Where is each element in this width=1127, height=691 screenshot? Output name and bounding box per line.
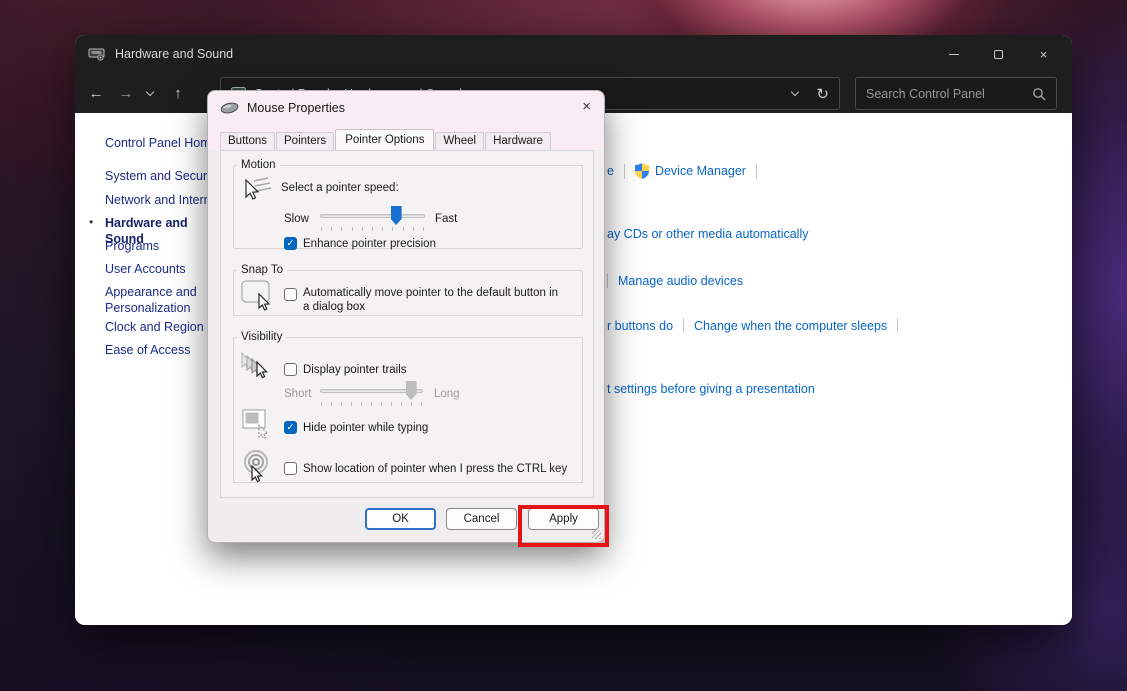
sidebar-item-system-and-security[interactable]: System and Security bbox=[105, 169, 223, 185]
recent-pages-chevron-icon[interactable] bbox=[146, 87, 154, 95]
visibility-legend: Visibility bbox=[237, 331, 286, 343]
ctrl-locate-icon bbox=[241, 449, 275, 485]
snap-to-icon bbox=[241, 280, 275, 314]
autoplay-row: ay CDs or other media automatically bbox=[607, 227, 808, 241]
tab-wheel[interactable]: Wheel bbox=[435, 132, 484, 150]
device-manager-link[interactable]: Device Manager bbox=[655, 164, 746, 178]
short-label: Short bbox=[284, 388, 312, 400]
search-icon[interactable] bbox=[1032, 87, 1046, 101]
close-button[interactable]: × bbox=[1021, 35, 1066, 73]
sidebar-item-ease-of-access[interactable]: Ease of Access bbox=[105, 343, 223, 359]
refresh-icon[interactable]: ↻ bbox=[816, 85, 829, 103]
sidebar-item-user-accounts[interactable]: User Accounts bbox=[105, 262, 223, 278]
tab-hardware[interactable]: Hardware bbox=[485, 132, 551, 150]
long-label: Long bbox=[434, 388, 460, 400]
up-button[interactable]: ↑ bbox=[163, 85, 193, 102]
pointer-trails-label: Display pointer trails bbox=[303, 364, 407, 376]
hide-pointer-label: Hide pointer while typing bbox=[303, 422, 428, 434]
sidebar-item-programs[interactable]: Programs bbox=[105, 239, 223, 255]
search-box[interactable] bbox=[855, 77, 1057, 110]
truncated-link-fragment[interactable]: e bbox=[607, 164, 614, 178]
enhance-precision-label: Enhance pointer precision bbox=[303, 238, 436, 250]
snap-to-group: Snap To Automatically move pointer to th… bbox=[233, 264, 583, 316]
sidebar-item-control-panel-home[interactable]: Control Panel Home bbox=[105, 136, 223, 152]
visibility-group: Visibility Display pointer trails Short … bbox=[233, 331, 583, 483]
separator bbox=[897, 318, 898, 333]
manage-audio-devices-link[interactable]: Manage audio devices bbox=[618, 274, 743, 288]
cancel-button[interactable]: Cancel bbox=[446, 508, 517, 530]
dialog-button-row: OK Cancel Apply bbox=[208, 496, 604, 542]
resize-grip[interactable] bbox=[592, 530, 601, 539]
ctrl-locate-checkbox[interactable] bbox=[284, 462, 297, 475]
power-options-row: r buttons do Change when the computer sl… bbox=[607, 318, 908, 333]
separator bbox=[607, 273, 608, 288]
maximize-button[interactable] bbox=[976, 35, 1021, 73]
active-item-bullet: • bbox=[89, 215, 93, 229]
computer-sleeps-link[interactable]: Change when the computer sleeps bbox=[694, 319, 887, 333]
pointer-speed-icon bbox=[242, 177, 272, 207]
snap-to-legend: Snap To bbox=[237, 264, 287, 276]
pointer-trails-icon bbox=[239, 351, 277, 389]
mouse-icon bbox=[220, 102, 239, 114]
motion-legend: Motion bbox=[237, 159, 280, 171]
ctrl-locate-label: Show location of pointer when I press th… bbox=[303, 463, 567, 475]
separator bbox=[683, 318, 684, 333]
slider-track[interactable] bbox=[320, 214, 425, 218]
motion-group: Motion Select a pointer speed: Slow Fast… bbox=[233, 159, 583, 249]
maximize-icon bbox=[994, 50, 1003, 59]
slider-thumb bbox=[406, 381, 417, 400]
sidebar-item-appearance-personalization[interactable]: Appearance and Personalization bbox=[105, 285, 223, 316]
trails-slider bbox=[320, 380, 423, 404]
tab-pointers[interactable]: Pointers bbox=[276, 132, 334, 150]
device-manager-row: e Device Manager bbox=[607, 163, 767, 179]
presentation-settings-link[interactable]: t settings before giving a presentation bbox=[607, 382, 815, 396]
pointer-options-page: Motion Select a pointer speed: Slow Fast… bbox=[220, 150, 594, 498]
fast-label: Fast bbox=[435, 213, 457, 225]
apply-button[interactable]: Apply bbox=[528, 508, 599, 530]
minimize-icon bbox=[949, 54, 959, 55]
minimize-button[interactable] bbox=[931, 35, 976, 73]
pointer-speed-label: Select a pointer speed: bbox=[281, 182, 399, 194]
tab-pointer-options[interactable]: Pointer Options bbox=[335, 129, 434, 150]
hide-pointer-checkbox[interactable]: ✓ bbox=[284, 421, 297, 434]
window-title: Hardware and Sound bbox=[115, 47, 233, 61]
snap-to-checkbox[interactable] bbox=[284, 288, 297, 301]
hide-pointer-icon bbox=[242, 409, 272, 441]
presentation-row: t settings before giving a presentation bbox=[607, 382, 815, 396]
dialog-titlebar: Mouse Properties × bbox=[208, 91, 604, 124]
dialog-close-icon[interactable]: × bbox=[582, 99, 591, 114]
power-buttons-link[interactable]: r buttons do bbox=[607, 319, 673, 333]
tab-buttons[interactable]: Buttons bbox=[220, 132, 275, 150]
mouse-properties-dialog: Mouse Properties × Buttons Pointers Poin… bbox=[207, 90, 605, 543]
separator bbox=[756, 164, 757, 179]
close-icon: × bbox=[1040, 47, 1048, 62]
sidebar-item-clock-and-region[interactable]: Clock and Region bbox=[105, 320, 223, 336]
enhance-precision-checkbox[interactable]: ✓ bbox=[284, 237, 297, 250]
back-button[interactable]: ← bbox=[81, 85, 111, 102]
tab-strip: Buttons Pointers Pointer Options Wheel H… bbox=[220, 131, 552, 150]
search-input[interactable] bbox=[866, 87, 1026, 101]
pointer-trails-checkbox[interactable] bbox=[284, 363, 297, 376]
dialog-title: Mouse Properties bbox=[247, 101, 345, 115]
slider-ticks bbox=[321, 227, 424, 231]
hardware-and-sound-icon bbox=[88, 47, 105, 61]
desktop-wallpaper: Hardware and Sound × ← → ↑ Control Panel… bbox=[0, 0, 1127, 691]
ok-button[interactable]: OK bbox=[365, 508, 436, 530]
play-cds-link[interactable]: ay CDs or other media automatically bbox=[607, 227, 808, 241]
slow-label: Slow bbox=[284, 213, 309, 225]
slider-thumb[interactable] bbox=[391, 206, 402, 225]
slider-ticks bbox=[321, 402, 422, 406]
audio-row: Manage audio devices bbox=[607, 273, 743, 288]
uac-shield-icon bbox=[635, 163, 649, 179]
pointer-speed-slider[interactable] bbox=[320, 205, 425, 229]
snap-to-label: Automatically move pointer to the defaul… bbox=[303, 286, 565, 314]
forward-button[interactable]: → bbox=[111, 85, 141, 102]
separator bbox=[624, 164, 625, 179]
sidebar-item-network-and-internet[interactable]: Network and Internet bbox=[105, 193, 223, 209]
address-dropdown-chevron-icon[interactable] bbox=[791, 88, 799, 96]
titlebar: Hardware and Sound × bbox=[75, 35, 1072, 73]
